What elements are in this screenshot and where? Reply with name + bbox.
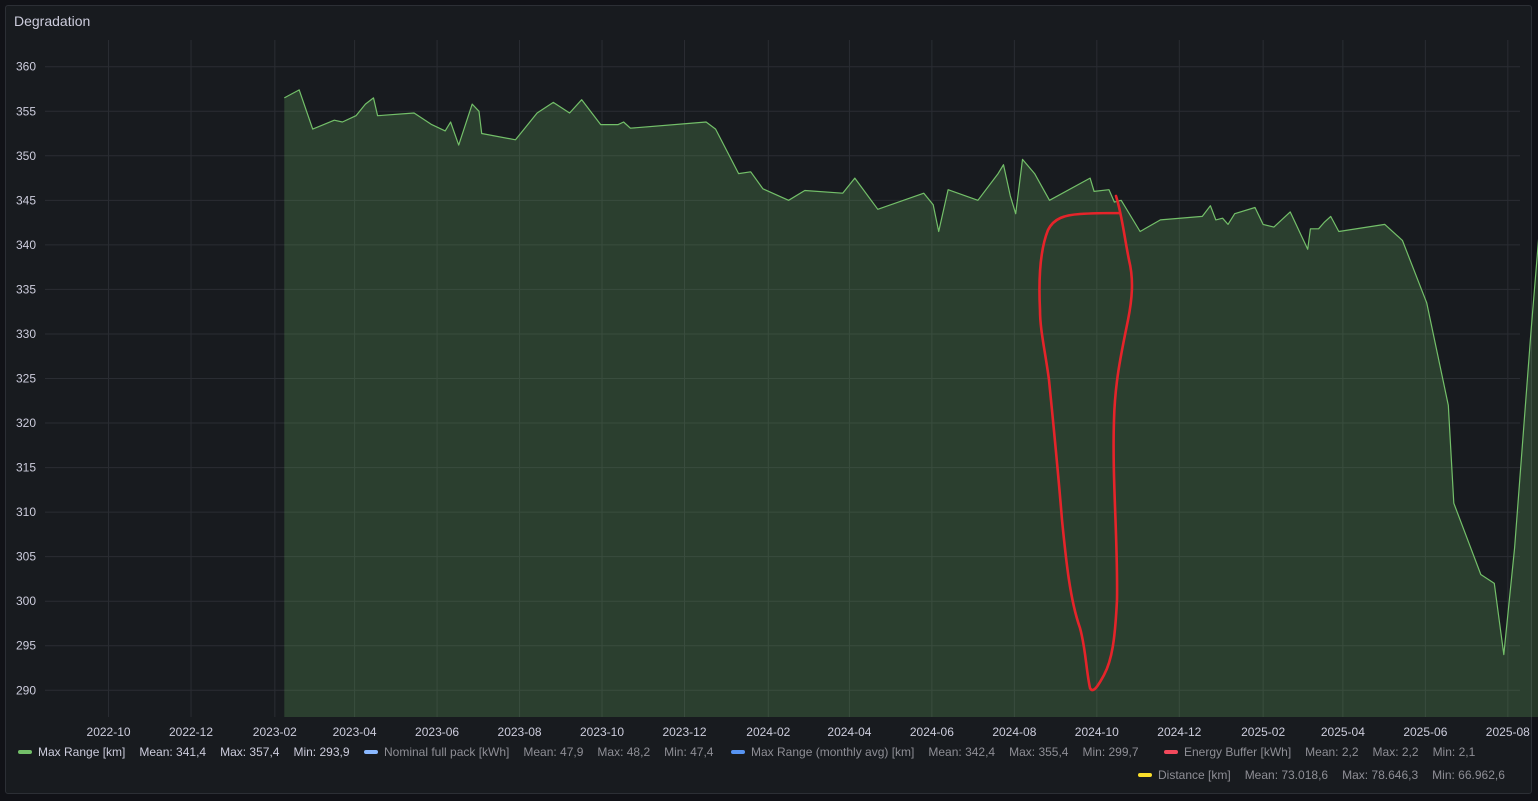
x-tick-label: 2024-12 <box>1157 725 1201 739</box>
x-tick-label: 2025-04 <box>1321 725 1365 739</box>
legend-item[interactable]: Nominal full pack [kWh] Mean: 47,9 Max: 48… <box>364 745 713 759</box>
y-tick-label: 315 <box>16 461 36 475</box>
legend-swatch <box>1138 773 1152 777</box>
x-tick-label: 2022-12 <box>169 725 213 739</box>
y-tick-label: 310 <box>16 505 36 519</box>
legend-series-name: Max Range [km] <box>38 745 126 759</box>
y-tick-label: 345 <box>16 193 36 207</box>
x-tick-label: 2024-02 <box>746 725 790 739</box>
legend-item[interactable]: Max Range (monthly avg) [km] Mean: 342,4 M… <box>731 745 1139 759</box>
x-tick-label: 2023-10 <box>580 725 624 739</box>
legend-stat-min: Min: 47,4 <box>664 745 714 759</box>
legend-stat-min: Min: 299,7 <box>1082 745 1139 759</box>
y-tick-label: 335 <box>16 282 36 296</box>
x-tick-label: 2024-10 <box>1075 725 1119 739</box>
legend-series-name: Nominal full pack [kWh] <box>384 745 510 759</box>
y-tick-label: 350 <box>16 149 36 163</box>
y-tick-label: 295 <box>16 639 36 653</box>
legend-stat-mean: Mean: 341,4 <box>139 745 207 759</box>
legend-stat-max: Max: 2,2 <box>1372 745 1419 759</box>
legend-series-name: Distance [km] <box>1158 768 1231 782</box>
legend-item[interactable]: Max Range [km] Mean: 341,4 Max: 357,4 Min: … <box>18 745 350 759</box>
legend-stat-mean: Mean: 2,2 <box>1305 745 1359 759</box>
x-tick-label: 2022-10 <box>87 725 131 739</box>
x-tick-label: 2023-12 <box>662 725 706 739</box>
legend-stat-min: Min: 293,9 <box>293 745 350 759</box>
x-tick-label: 2024-06 <box>910 725 954 739</box>
legend-series-name: Max Range (monthly avg) [km] <box>751 745 915 759</box>
max-range-area <box>284 89 1538 717</box>
legend-item[interactable]: Energy Buffer [kWh] Mean: 2,2 Max: 2,2 Min:… <box>1164 745 1475 759</box>
legend-swatch <box>364 750 378 754</box>
legend-stat-min: Min: 66.962,6 <box>1432 768 1505 782</box>
legend-stat-max: Max: 355,4 <box>1009 745 1069 759</box>
legend-swatch <box>18 750 32 754</box>
x-tick-label: 2023-02 <box>253 725 297 739</box>
degradation-chart: 290 295 300 305 310 315 320 325 330 335 340 345 350 3… <box>16 40 1538 739</box>
x-tick-label: 2025-06 <box>1403 725 1447 739</box>
legend-stat-max: Max: 48,2 <box>597 745 651 759</box>
y-tick-label: 300 <box>16 594 36 608</box>
legend-stat-mean: Mean: 73.018,6 <box>1244 768 1329 782</box>
legend-swatch <box>1164 750 1178 754</box>
x-tick-label: 2023-08 <box>498 725 542 739</box>
y-tick-label: 340 <box>16 238 36 252</box>
y-tick-label: 290 <box>16 683 36 697</box>
y-tick-label: 320 <box>16 416 36 430</box>
legend-stat-mean: Mean: 342,4 <box>928 745 996 759</box>
legend-stat-mean: Mean: 47,9 <box>523 745 584 759</box>
x-tick-label: 2025-02 <box>1241 725 1285 739</box>
y-tick-label: 305 <box>16 550 36 564</box>
x-tick-label: 2023-04 <box>333 725 377 739</box>
x-tick-label: 2024-08 <box>992 725 1036 739</box>
y-tick-label: 325 <box>16 372 36 386</box>
legend-stat-max: Max: 357,4 <box>220 745 280 759</box>
legend-stat-min: Min: 2,1 <box>1432 745 1476 759</box>
legend-stat-max: Max: 78.646,3 <box>1342 768 1419 782</box>
legend-swatch <box>731 750 745 754</box>
legend-item[interactable]: Distance [km] Mean: 73.018,6 Max: 78.646,3… <box>1138 768 1505 782</box>
y-tick-label: 355 <box>16 104 36 118</box>
legend-series-name: Energy Buffer [kWh] <box>1184 745 1292 759</box>
x-tick-label: 2024-04 <box>827 725 871 739</box>
x-tick-label: 2023-06 <box>415 725 459 739</box>
x-tick-label: 2025-08 <box>1486 725 1530 739</box>
y-tick-label: 330 <box>16 327 36 341</box>
y-tick-label: 360 <box>16 60 36 74</box>
